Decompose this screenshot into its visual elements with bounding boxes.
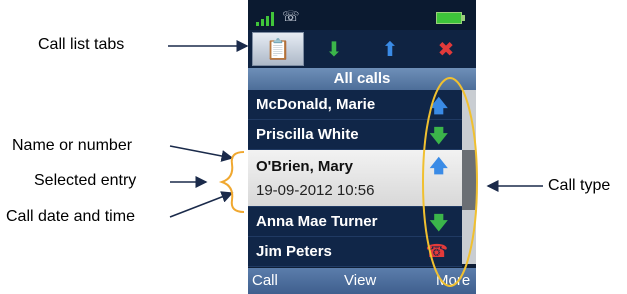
- signal-strength-icon: [256, 12, 278, 26]
- phone-screen: ☏ 📋 ⬇ ⬆ ✖ All calls McDonald, Marie 🡅 Pr…: [248, 0, 476, 294]
- scrollbar-thumb[interactable]: [462, 150, 476, 210]
- entry-name: Jim Peters: [256, 243, 332, 260]
- callout-call-type: Call type: [548, 177, 611, 194]
- tab-outgoing-calls[interactable]: ⬆: [364, 32, 416, 66]
- softkey-view[interactable]: View: [344, 272, 376, 289]
- incoming-calls-icon: ⬇: [325, 37, 343, 61]
- softkey-more[interactable]: More: [436, 272, 470, 289]
- entry-name: Priscilla White: [256, 126, 359, 143]
- list-item[interactable]: Priscilla White 🡇: [248, 120, 462, 150]
- battery-full-icon: [436, 12, 465, 24]
- call-status-icon: ☏: [282, 9, 300, 25]
- missed-calls-icon: ✖: [437, 37, 455, 61]
- arrow-to-datetime: [169, 191, 234, 218]
- call-list-tabs: 📋 ⬇ ⬆ ✖: [248, 30, 476, 68]
- entry-name: Anna Mae Turner: [256, 213, 378, 230]
- outgoing-calls-icon: ⬆: [381, 37, 399, 61]
- tab-missed-calls[interactable]: ✖: [420, 32, 472, 66]
- list-title: All calls: [248, 68, 476, 90]
- softkey-call[interactable]: Call: [252, 272, 278, 289]
- entry-name: McDonald, Marie: [256, 96, 376, 113]
- callout-selected-entry: Selected entry: [34, 172, 137, 189]
- arrow-to-name: [169, 145, 234, 162]
- call-list: McDonald, Marie 🡅 Priscilla White 🡇 O'Br…: [248, 90, 462, 267]
- list-item-selected[interactable]: O'Brien, Mary 19-09-2012 10:56 🡅: [248, 150, 462, 207]
- list-item[interactable]: McDonald, Marie 🡅: [248, 90, 462, 120]
- softkey-bar: Call View More: [248, 268, 476, 294]
- entry-name: O'Brien, Mary: [256, 158, 353, 175]
- tab-all-calls[interactable]: 📋: [252, 32, 304, 66]
- tab-incoming-calls[interactable]: ⬇: [308, 32, 360, 66]
- selected-entry-brace: [218, 151, 245, 213]
- missed-call-icon: ☎: [425, 241, 448, 262]
- status-bar: ☏: [248, 0, 476, 30]
- list-item[interactable]: Anna Mae Turner 🡇: [248, 207, 462, 237]
- entry-datetime: 19-09-2012 10:56: [256, 182, 375, 199]
- list-item[interactable]: Jim Peters ☎: [248, 237, 462, 267]
- all-calls-list-icon: 📋: [265, 37, 291, 61]
- callout-call-list-tabs: Call list tabs: [38, 36, 125, 53]
- outgoing-call-icon: 🡅: [429, 156, 448, 177]
- callout-call-date-time: Call date and time: [6, 208, 135, 225]
- callout-name-or-number: Name or number: [12, 137, 133, 154]
